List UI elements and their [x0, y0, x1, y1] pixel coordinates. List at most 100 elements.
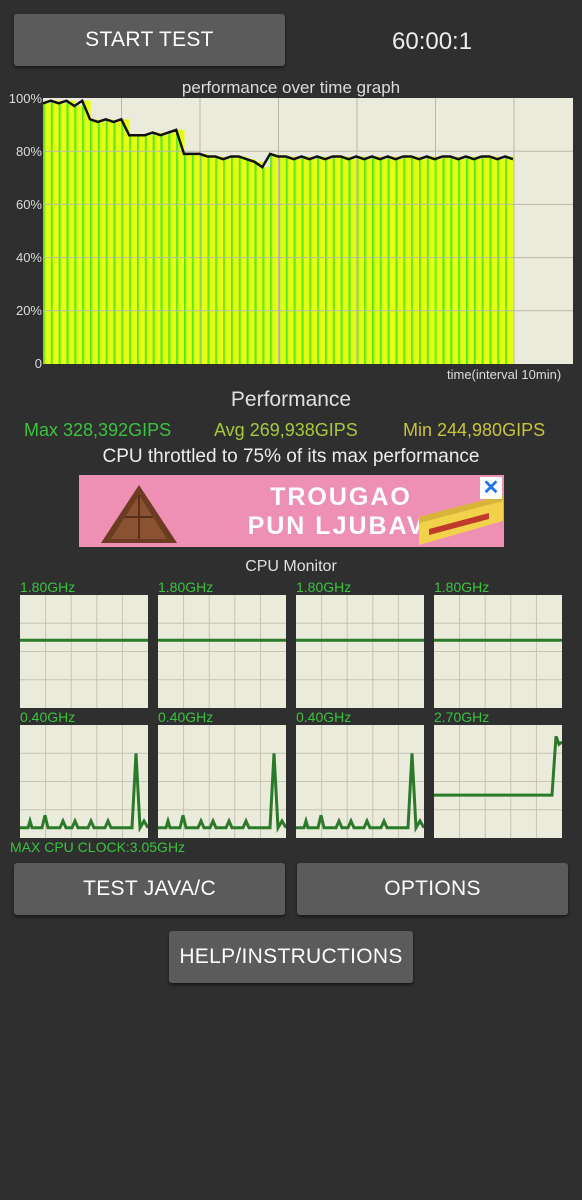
perf-bar	[442, 156, 451, 364]
perf-bar	[191, 153, 201, 364]
perf-bar	[199, 153, 209, 364]
perf-bar	[168, 132, 177, 364]
perf-bar	[113, 121, 122, 364]
perf-bar	[43, 103, 52, 364]
perf-bar	[129, 135, 138, 364]
core-4-label: 1.80GHz	[434, 579, 490, 595]
perf-bar	[223, 159, 232, 364]
perf-bar	[74, 105, 83, 364]
core-2-graph	[158, 595, 286, 708]
perf-bar	[254, 161, 263, 364]
perf-bar	[450, 156, 459, 364]
perf-bar	[379, 159, 389, 364]
ad-banner[interactable]: TROUGAO PUN LJUBAVI ✕	[79, 475, 504, 547]
perf-bar	[309, 159, 318, 364]
core-7-graph	[296, 725, 424, 838]
performance-title: Performance	[230, 388, 352, 411]
perf-bar	[411, 156, 420, 364]
test-java-c-button[interactable]: TEST JAVA/C	[14, 863, 285, 915]
core-5-label: 0.40GHz	[20, 709, 76, 725]
perf-bar	[293, 159, 303, 364]
y-tick-60: 60%	[15, 197, 42, 212]
perf-bar	[215, 156, 224, 364]
y-tick-80: 80%	[15, 144, 42, 159]
perf-bar	[278, 156, 287, 364]
perf-bar	[121, 119, 130, 364]
perf-bar	[66, 100, 75, 364]
options-button[interactable]: OPTIONS	[297, 863, 568, 915]
perf-bar	[50, 100, 60, 364]
core-1-label: 1.80GHz	[20, 579, 76, 595]
perf-bar	[207, 156, 216, 364]
core-8-graph	[434, 725, 562, 838]
perf-bar	[246, 159, 256, 364]
core-7-label: 0.40GHz	[296, 709, 352, 725]
perf-bar	[270, 153, 279, 364]
perf-bar	[137, 135, 146, 364]
max-cpu-clock: MAX CPU CLOCK:3.05GHz	[10, 839, 186, 855]
perf-bar	[160, 135, 169, 364]
perf-bar	[317, 156, 326, 364]
perf-bar	[301, 156, 310, 364]
core-2-label: 1.80GHz	[158, 579, 214, 595]
perf-bar	[497, 159, 506, 364]
perf-bar	[285, 156, 295, 364]
ad-close-icon[interactable]: ✕	[480, 477, 502, 499]
perf-bar	[184, 153, 193, 364]
perf-bar	[419, 159, 428, 364]
chocolate-triangle-icon	[101, 485, 177, 543]
perf-bar	[473, 159, 483, 364]
perf-bar	[348, 159, 357, 364]
perf-bar	[90, 119, 99, 364]
perf-bar	[97, 121, 107, 364]
max-performance: Max 328,392GIPS	[24, 420, 172, 440]
perf-bar	[387, 156, 397, 364]
y-tick-100: 100%	[8, 91, 42, 106]
throttle-message: CPU throttled to 75% of its max performa…	[102, 446, 480, 467]
perf-bar	[152, 132, 162, 364]
performance-graph	[43, 98, 573, 364]
perf-bar	[144, 135, 154, 364]
core-frequency-line	[296, 753, 424, 833]
perf-bar	[231, 156, 240, 364]
perf-bar	[372, 156, 381, 364]
perf-bar	[105, 119, 115, 364]
core-frequency-line	[158, 753, 286, 833]
y-tick-40: 40%	[15, 250, 42, 265]
core-6-graph	[158, 725, 286, 838]
core-1-graph	[20, 595, 148, 708]
perf-bar	[262, 167, 271, 364]
perf-bar	[505, 156, 514, 364]
perf-bar	[364, 159, 373, 364]
cpu-monitor-panel: 1.80GHz 1.80GHz 1.80GHz 1.80GHz 0.40GHz …	[8, 576, 574, 856]
avg-performance: Avg 269,938GIPS	[214, 420, 358, 440]
core-6-label: 0.40GHz	[158, 709, 214, 725]
perf-bar	[403, 156, 412, 364]
perf-bar	[238, 156, 248, 364]
perf-bar	[458, 159, 467, 364]
perf-bar	[356, 156, 365, 364]
start-test-button[interactable]: START TEST	[14, 14, 285, 66]
x-axis-label: time(interval 10min)	[447, 367, 562, 382]
core-3-graph	[296, 595, 424, 708]
perf-bar	[58, 103, 68, 364]
cpu-monitor-title: CPU Monitor	[245, 558, 337, 575]
core-frequency-line	[20, 753, 148, 833]
y-tick-20: 20%	[15, 303, 42, 318]
perf-bar	[176, 129, 185, 364]
perf-bar	[395, 159, 404, 364]
perf-bar	[426, 156, 436, 364]
test-timer: 60:00:1	[392, 28, 473, 55]
core-8-label: 2.70GHz	[434, 709, 490, 725]
perf-bar	[489, 156, 498, 364]
core-3-label: 1.80GHz	[296, 579, 352, 595]
perf-bar	[466, 156, 475, 364]
perf-bar	[325, 159, 334, 364]
core-4-graph	[434, 595, 562, 708]
core-5-graph	[20, 725, 148, 838]
perf-bar	[481, 156, 491, 364]
graph-title: performance over time graph	[181, 78, 401, 97]
core-frequency-line	[434, 735, 562, 797]
perf-bar	[340, 156, 350, 364]
help-instructions-button[interactable]: HELP/INSTRUCTIONS	[169, 931, 413, 983]
